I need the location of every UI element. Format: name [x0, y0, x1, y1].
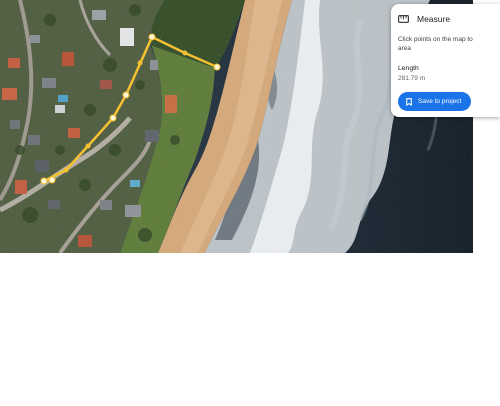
measure-point[interactable] — [213, 63, 221, 71]
measure-point[interactable] — [40, 177, 48, 185]
measure-header: Measure — [398, 14, 450, 24]
measure-instructions: Click points on the map to area — [398, 35, 500, 53]
measure-midpoint[interactable] — [63, 167, 69, 173]
measure-point[interactable] — [109, 114, 117, 122]
measure-midpoint[interactable] — [182, 50, 188, 56]
measure-point[interactable] — [48, 176, 56, 184]
length-label: Length — [398, 65, 419, 72]
bookmark-icon — [406, 97, 418, 106]
save-label: Save to project — [418, 98, 462, 105]
measure-panel: Measure Click points on the map to area … — [391, 4, 500, 117]
save-to-project-button[interactable]: Save to project — [398, 92, 471, 111]
measure-midpoint[interactable] — [137, 60, 143, 66]
instruction-line: area — [398, 45, 412, 52]
measure-point[interactable] — [122, 91, 130, 99]
length-value: 281.79 m — [398, 75, 426, 82]
measure-midpoint[interactable] — [85, 143, 91, 149]
measure-title: Measure — [417, 14, 451, 24]
measure-point[interactable] — [148, 33, 156, 41]
ruler-icon — [398, 15, 409, 23]
instruction-line: Click points on the map to — [398, 36, 473, 43]
